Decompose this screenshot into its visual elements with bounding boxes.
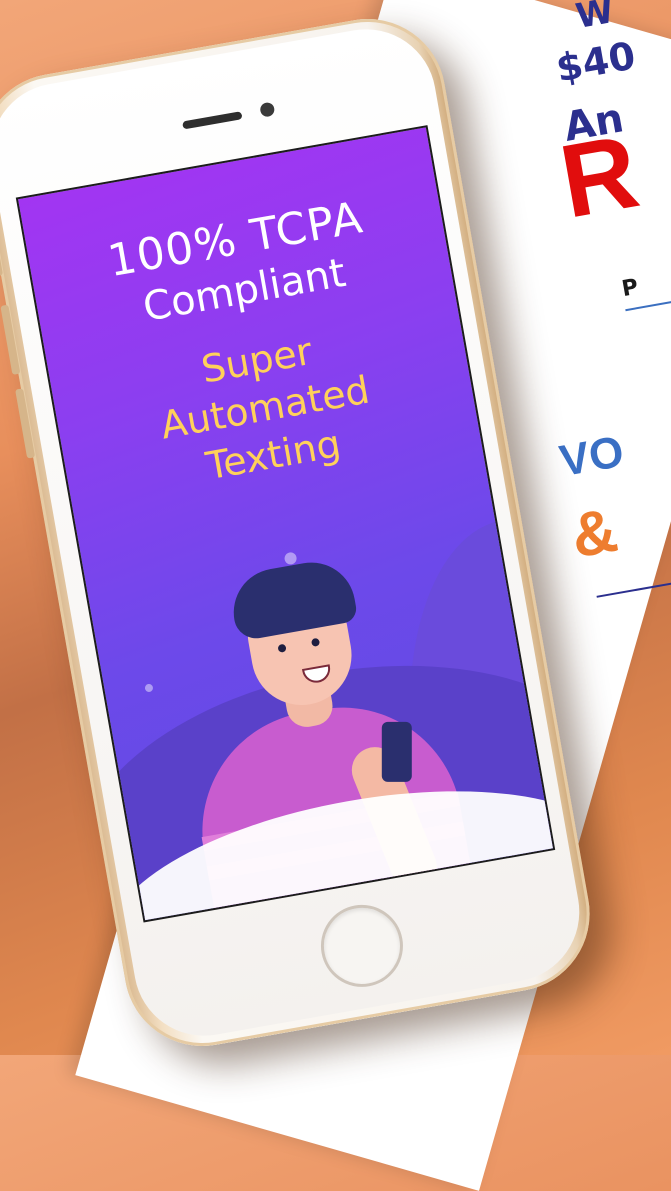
- ad-text-w: W: [572, 0, 617, 37]
- handheld-phone-icon: [381, 721, 412, 782]
- mute-switch: [0, 235, 4, 277]
- decor-dot: [283, 551, 298, 566]
- decor-dot: [144, 683, 154, 693]
